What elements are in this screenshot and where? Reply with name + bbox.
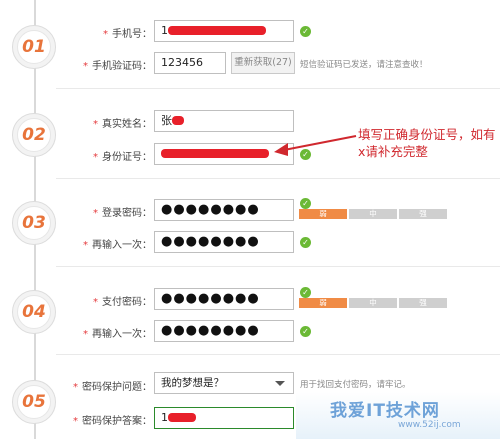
- login-password-label: * 登录密码：: [93, 208, 152, 219]
- check-icon: ✓: [300, 326, 311, 337]
- login-password-input[interactable]: ●●●●●●●●: [154, 199, 294, 221]
- password-strength-meter: 弱 中 强: [299, 209, 449, 219]
- verify-hint: 短信验证码已发送，请注意查收！: [300, 60, 428, 70]
- pay-password-input[interactable]: ●●●●●●●●: [154, 288, 294, 310]
- password-strength-meter: 弱 中 强: [299, 298, 449, 308]
- pay-password-confirm-label: * 再输入一次：: [83, 329, 152, 340]
- security-answer-label: * 密码保护答案：: [73, 416, 152, 427]
- annotation-note: 填写正确身份证号，如有x请补充完整: [358, 127, 496, 159]
- verify-code-input[interactable]: 123456: [154, 52, 226, 74]
- check-icon: ✓: [300, 198, 311, 209]
- redacted-phone: [168, 25, 266, 35]
- step-badge-01: 01: [12, 25, 56, 69]
- security-question-label: * 密码保护问题：: [73, 382, 152, 393]
- step-badge-03: 03: [12, 201, 56, 245]
- strength-medium: 中: [349, 298, 397, 308]
- security-question-hint: 用于找回支付密码，请牢记。: [300, 380, 411, 390]
- step-number: 02: [17, 118, 51, 152]
- login-password-confirm-input[interactable]: ●●●●●●●●: [154, 231, 294, 253]
- strength-medium: 中: [349, 209, 397, 219]
- realname-label: * 真实姓名：: [93, 119, 152, 130]
- step-badge-02: 02: [12, 113, 56, 157]
- check-icon: ✓: [300, 26, 311, 37]
- pay-password-label: * 支付密码：: [93, 297, 152, 308]
- verify-code-label: * 手机验证码：: [83, 61, 152, 72]
- chevron-down-icon: [275, 381, 285, 386]
- step-badge-04: 04: [12, 290, 56, 334]
- redacted-name: [172, 115, 184, 125]
- idcard-label: * 身份证号：: [93, 152, 152, 163]
- check-icon: ✓: [300, 237, 311, 248]
- step-number: 01: [17, 30, 51, 64]
- section-divider: [56, 178, 500, 179]
- check-icon: ✓: [300, 287, 311, 298]
- step-number: 05: [17, 385, 51, 419]
- security-answer-input[interactable]: 1: [154, 407, 294, 429]
- section-divider: [56, 266, 500, 267]
- step-number: 04: [17, 295, 51, 329]
- security-question-select[interactable]: 我的梦想是？: [154, 372, 294, 394]
- login-password-confirm-label: * 再输入一次：: [83, 240, 152, 251]
- resend-code-button[interactable]: 重新获取(27): [231, 52, 295, 74]
- step-number: 03: [17, 206, 51, 240]
- annotation-arrow-icon: [274, 135, 357, 156]
- strength-weak: 弱: [299, 298, 347, 308]
- phone-label: * 手机号：: [103, 29, 152, 40]
- watermark-url: www.52ij.com: [398, 420, 461, 430]
- strength-strong: 强: [399, 298, 447, 308]
- redacted-answer: [168, 412, 196, 422]
- phone-input[interactable]: 1: [154, 20, 294, 42]
- redacted-idcard: [161, 148, 269, 158]
- section-divider: [56, 354, 500, 355]
- realname-input[interactable]: 张: [154, 110, 294, 132]
- pay-password-confirm-input[interactable]: ●●●●●●●●: [154, 320, 294, 342]
- watermark-logo: 我爱IT技术网: [330, 401, 440, 421]
- step-badge-05: 05: [12, 380, 56, 424]
- strength-weak: 弱: [299, 209, 347, 219]
- strength-strong: 强: [399, 209, 447, 219]
- section-divider: [56, 88, 500, 89]
